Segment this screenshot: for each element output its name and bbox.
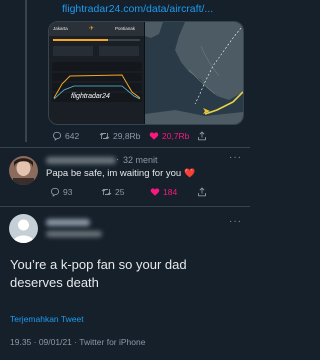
main-avatar[interactable]	[9, 214, 38, 243]
quoted-like-button[interactable]: 20,7Rb	[149, 131, 189, 141]
reply-more-icon[interactable]: ···	[229, 152, 242, 163]
retweet-icon	[99, 132, 110, 140]
flight-panel: Jakarta ✈ Pontianak flightradar24	[49, 22, 144, 124]
reply-retweet-button[interactable]: 25	[101, 187, 124, 197]
avatar-image	[9, 156, 38, 185]
fr24-logo: flightradar24	[71, 93, 110, 100]
default-avatar-icon	[13, 219, 34, 243]
reply-reply-button[interactable]: 93	[50, 187, 72, 197]
tweet-metadata: 19.35 · 09/01/21 · Twitter for iPhone	[10, 337, 146, 347]
quoted-link[interactable]: flightradar24.com/data/aircraft/...	[62, 3, 213, 15]
reply-author-redacted	[46, 157, 116, 164]
main-more-icon[interactable]: ···	[229, 216, 242, 227]
share-icon	[198, 187, 206, 197]
reply-avatar[interactable]	[9, 156, 38, 185]
main-tweet-text: You’re a k-pop fan so your dad deserves …	[10, 257, 187, 290]
quoted-retweet-count: 29,8Rb	[113, 131, 141, 141]
reply-time: 32 menit	[123, 155, 158, 165]
quoted-reply-button[interactable]: 642	[52, 131, 79, 141]
link-card[interactable]: Jakarta ✈ Pontianak flightradar24	[48, 21, 244, 125]
main-handle-redacted	[46, 231, 102, 237]
translate-tweet-link[interactable]: Terjemahkan Tweet	[10, 314, 84, 324]
quoted-retweet-button[interactable]: 29,8Rb	[99, 131, 140, 141]
origin-label: Jakarta	[53, 26, 68, 31]
plane-icon: ✈	[89, 26, 95, 32]
quoted-reply-count: 642	[65, 131, 80, 141]
main-author-redacted	[46, 219, 90, 226]
share-icon	[198, 131, 206, 141]
quoted-like-count: 20,7Rb	[162, 131, 190, 141]
reply-icon	[53, 131, 62, 141]
destination-label: Pontianak	[115, 26, 136, 31]
map-panel	[145, 22, 243, 124]
reply-retweet-count: 25	[115, 187, 125, 197]
divider	[0, 206, 250, 207]
thread-line	[25, 0, 27, 142]
heart-icon	[149, 132, 159, 140]
reply-text: Papa be safe, im waiting for you	[46, 168, 182, 179]
reply-icon	[51, 187, 60, 197]
retweet-icon	[101, 188, 112, 196]
reply-reply-count: 93	[63, 187, 73, 197]
reply-like-count: 184	[163, 187, 178, 197]
reply-share-button[interactable]	[197, 187, 207, 197]
reply-like-button[interactable]: 184	[150, 187, 177, 197]
quoted-share-button[interactable]	[197, 131, 207, 141]
divider	[0, 147, 250, 148]
heart-icon	[150, 188, 160, 196]
red-heart-emoji: ❤️	[184, 168, 196, 178]
